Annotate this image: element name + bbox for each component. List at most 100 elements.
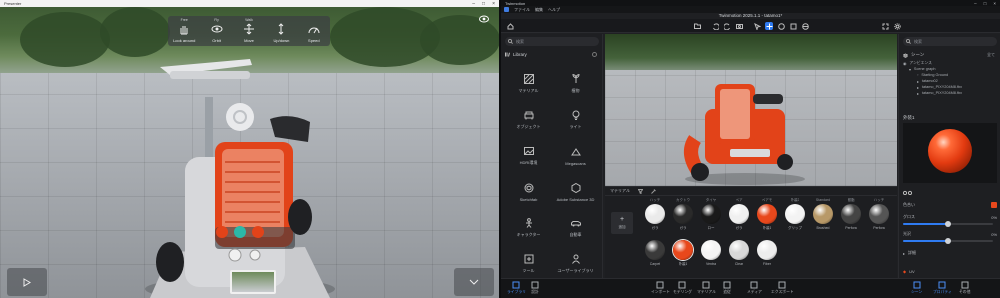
nav-up-down[interactable]: Up/down: [265, 16, 297, 46]
close-icon[interactable]: ×: [993, 1, 996, 6]
material-thumbnail[interactable]: ハッチ ガラ: [641, 198, 669, 234]
chevron-right-icon[interactable]: ▸: [917, 79, 919, 84]
gloss-slider-knob[interactable]: [945, 221, 951, 227]
settings-icon[interactable]: [893, 22, 901, 30]
material-thumbnail[interactable]: Clear: [725, 234, 753, 270]
menu-edit[interactable]: 編集: [535, 7, 543, 13]
tree-row[interactable]: ▸ tatamo_PIXY204M8.fbx: [903, 90, 997, 96]
detail-row[interactable]: ▸ 詳細: [903, 250, 997, 256]
eye-icon[interactable]: [479, 15, 489, 23]
dock-item[interactable]: モデリング: [673, 281, 692, 295]
chevron-down-icon[interactable]: ▾: [909, 67, 911, 72]
viewpoint-thumbnail[interactable]: [230, 270, 276, 294]
dock-item[interactable]: インポート: [651, 281, 670, 295]
dock-item[interactable]: マテリアル: [697, 281, 716, 295]
material-thumbnail[interactable]: ペアモ 外装1: [753, 198, 781, 234]
close-icon[interactable]: ×: [492, 1, 495, 7]
nav-speed[interactable]: Speed: [298, 16, 330, 46]
dock-item-label: プロパティ: [933, 290, 952, 294]
material-preview[interactable]: [903, 123, 997, 183]
library-item-megascans[interactable]: Megascans: [552, 138, 599, 174]
nav-mode-fly[interactable]: Fly: [214, 18, 219, 22]
library-item-materials[interactable]: マテリアル: [505, 66, 552, 102]
material-thumbnail[interactable]: Standard Brushed: [809, 198, 837, 234]
material-sphere: [701, 240, 721, 260]
material-sphere: [757, 240, 777, 260]
library-item-lights[interactable]: ライト: [552, 102, 599, 138]
undo-icon[interactable]: [711, 22, 719, 30]
redo-icon[interactable]: [723, 22, 731, 30]
material-thumbnail[interactable]: 樹脂 Perfora: [837, 198, 865, 234]
dock-item[interactable]: シーン: [911, 281, 922, 295]
minimize-icon[interactable]: –: [472, 1, 475, 7]
move-tool-icon[interactable]: [765, 22, 773, 30]
uv-row[interactable]: ◆ UV: [903, 269, 997, 274]
library-item-substance[interactable]: Adobe Substance 3D: [552, 174, 599, 210]
pin-icon[interactable]: [592, 52, 597, 57]
scene-title: シーン: [911, 52, 925, 57]
maximize-icon[interactable]: □: [482, 1, 485, 7]
library-item-vehicles[interactable]: 自動車: [552, 210, 599, 246]
twinmotion-viewport[interactable]: [605, 34, 897, 186]
maximize-icon[interactable]: □: [984, 1, 987, 6]
color-swatch[interactable]: [991, 202, 997, 208]
material-thumbnail[interactable]: 外装2 グリップ: [781, 198, 809, 234]
gloss-slider-fill: [903, 223, 948, 225]
nav-mode-free[interactable]: Free: [181, 18, 188, 22]
dock-item[interactable]: エクスポート: [771, 281, 794, 295]
dock-item[interactable]: プロパティ: [933, 281, 952, 295]
eye-icon[interactable]: ◉: [903, 61, 906, 66]
library-item-hdri[interactable]: HDRI環境: [505, 138, 552, 174]
rotate-icon[interactable]: [777, 22, 785, 30]
chevron-right-icon[interactable]: ▸: [917, 85, 919, 90]
dock-item[interactable]: メディア: [747, 281, 762, 295]
material-thumbnail[interactable]: Carpet: [641, 234, 669, 270]
library-item-characters[interactable]: キャラクター: [505, 210, 552, 246]
library-item-plants[interactable]: 植物: [552, 66, 599, 102]
material-thumbnail[interactable]: 外装1: [669, 234, 697, 270]
play-button[interactable]: [7, 268, 47, 296]
scene-search-input[interactable]: 検索: [903, 37, 997, 46]
library-item-user-library[interactable]: ユーザーライブラリ: [552, 246, 599, 282]
chevron-right-icon[interactable]: ▸: [917, 91, 919, 96]
add-material-button[interactable]: + 追加: [611, 212, 633, 234]
nav-look-around[interactable]: Free Look around: [168, 16, 200, 46]
dock-item[interactable]: 設計: [531, 281, 539, 295]
nav-mode-walk[interactable]: Walk: [245, 18, 253, 22]
camera-icon[interactable]: [735, 22, 743, 30]
library-search-input[interactable]: 検索: [505, 37, 599, 46]
filter-icon[interactable]: [637, 188, 643, 194]
scale-icon[interactable]: [789, 22, 797, 30]
menu-help[interactable]: ヘルプ: [548, 7, 560, 13]
dock-item[interactable]: ライブラリ: [507, 281, 526, 295]
select-icon[interactable]: [753, 22, 761, 30]
material-thumbnail[interactable]: タイヤ ロー: [697, 198, 725, 234]
nav-orbit[interactable]: Fly Orbit: [200, 16, 232, 46]
minimize-icon[interactable]: –: [974, 1, 977, 6]
globe-icon[interactable]: [801, 22, 809, 30]
dock-item[interactable]: その他: [959, 281, 970, 295]
gloss-slider[interactable]: [903, 221, 993, 227]
folder-icon[interactable]: [693, 22, 701, 30]
nav-move[interactable]: Walk Move: [233, 16, 265, 46]
material-tab[interactable]: マテリアル: [610, 188, 630, 194]
material-thumbnail[interactable]: カクトウ ガラ: [669, 198, 697, 234]
material-thumbnail[interactable]: ペア ガラ: [725, 198, 753, 234]
material-thumbnail[interactable]: Ventra: [697, 234, 725, 270]
menu-file[interactable]: ファイル: [514, 7, 530, 13]
scene-filter-dropdown[interactable]: 全て: [987, 52, 995, 58]
home-icon[interactable]: [506, 22, 514, 30]
library-item-tools[interactable]: ツール: [505, 246, 552, 282]
material-thumbnail[interactable]: Fiber: [753, 234, 781, 270]
fullscreen-icon[interactable]: [881, 22, 889, 30]
pick-icon[interactable]: [651, 188, 656, 194]
dock-item[interactable]: 追従: [723, 281, 731, 295]
shine-slider-knob[interactable]: [945, 238, 951, 244]
library-item-sketchfab[interactable]: Sketchfab: [505, 174, 552, 210]
library-item-objects[interactable]: オブジェクト: [505, 102, 552, 138]
shine-slider[interactable]: [903, 238, 993, 244]
expand-down-button[interactable]: [454, 268, 494, 296]
nav-look-around-label: Look around: [173, 38, 196, 43]
presenter-viewport[interactable]: Free Look around Fly Orbit Walk Move Up/…: [0, 7, 499, 298]
material-thumbnail[interactable]: ハッチ Perfora: [865, 198, 893, 234]
